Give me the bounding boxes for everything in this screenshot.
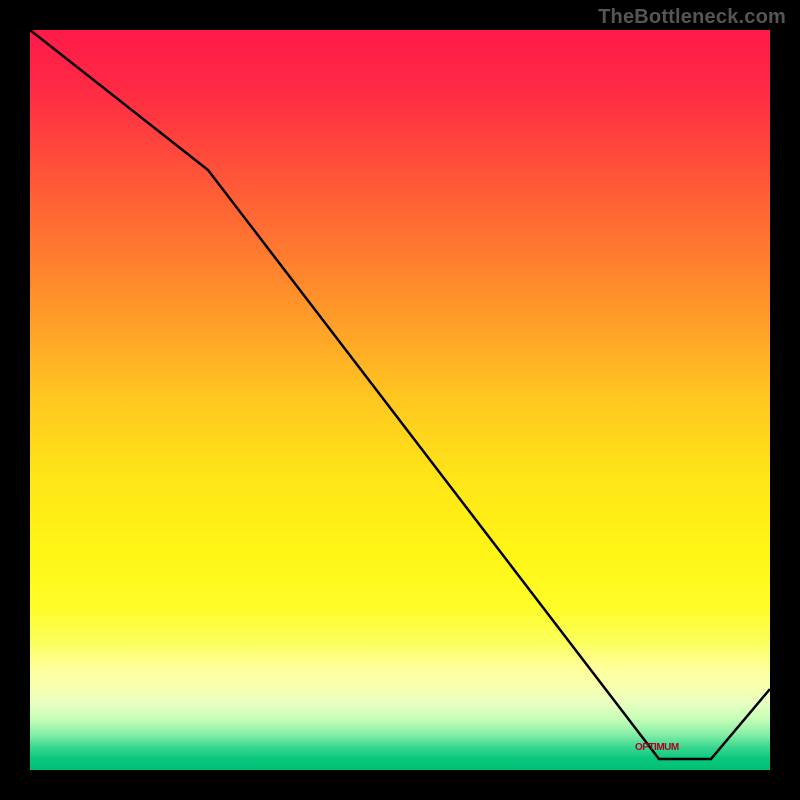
line-series-svg <box>30 30 770 770</box>
chart-container: TheBottleneck.com OPTIMUM <box>0 0 800 800</box>
line-series-path <box>30 30 770 759</box>
annotation-label: OPTIMUM <box>635 742 679 753</box>
watermark-text: TheBottleneck.com <box>598 6 786 29</box>
